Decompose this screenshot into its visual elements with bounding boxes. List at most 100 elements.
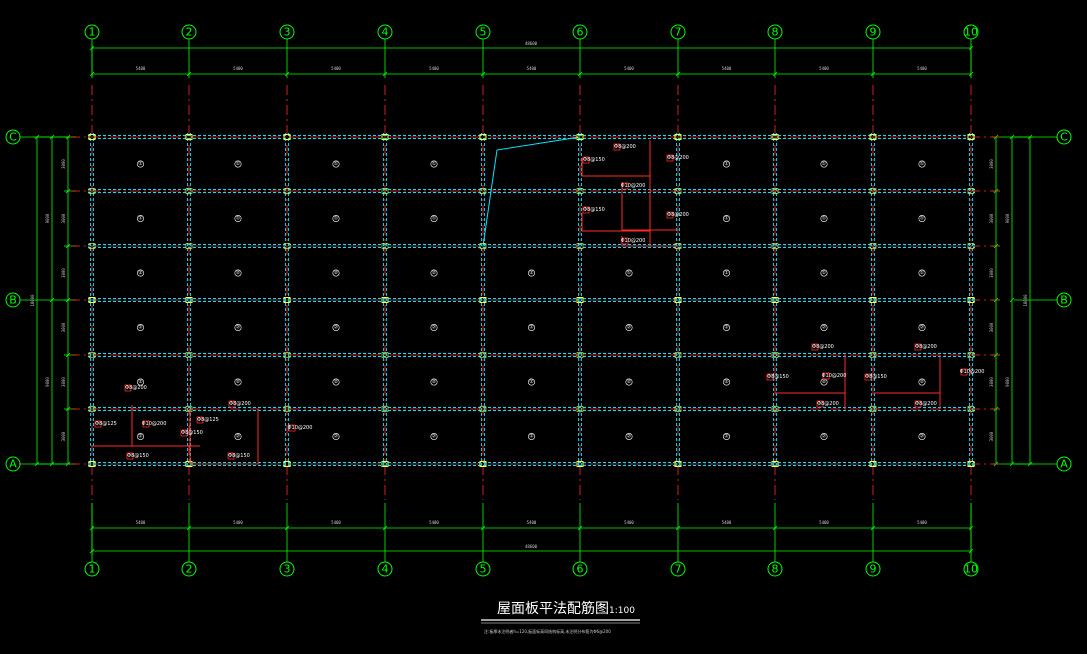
dimension-bay-bottom: 5400: [722, 520, 732, 525]
dimension-subtotal-right: 9000: [1005, 377, 1010, 387]
axis-label-bottom-6: 6: [577, 563, 584, 576]
slab-mark-text: ①: [822, 270, 827, 276]
dimension-bay-top: 5400: [624, 66, 634, 71]
slab-mark-text: ①: [724, 216, 729, 222]
rebar-label: Φ8@200: [667, 155, 689, 161]
slab-mark-text: ②: [138, 270, 143, 276]
dimension-total-right: 18000: [1023, 294, 1028, 307]
axis-label-top-7: 7: [675, 26, 682, 39]
axis-label-bottom-9: 9: [870, 563, 877, 576]
rebar-label: Φ8@200: [229, 401, 251, 407]
slab-mark-text: ①: [627, 270, 632, 276]
rebar-label: Φ8@200: [125, 385, 147, 391]
dimension-subtotal-left: 9000: [45, 377, 50, 387]
dimension-bay-left: 3000: [61, 377, 66, 387]
slab-mark-text: ②: [627, 325, 632, 331]
slab-mark-text: ②: [432, 270, 437, 276]
axis-label-bottom-10: 10: [964, 563, 978, 576]
dimension-total-bottom: 48600: [525, 544, 538, 549]
axis-label-right-A: A: [1060, 458, 1068, 471]
rebar-label: Φ8@200: [915, 401, 937, 407]
dimension-bay-left: 3000: [61, 159, 66, 169]
dimension-bay-top: 5400: [331, 66, 341, 71]
slab-mark-text: ①: [724, 161, 729, 167]
slab-mark-text: ①: [138, 216, 143, 222]
drawing-title: 屋面板平法配筋图: [497, 600, 609, 617]
slab-mark-text: ②: [529, 379, 534, 385]
axis-label-left-C: C: [9, 131, 17, 144]
axis-label-bottom-2: 2: [186, 563, 193, 576]
rebar-label: Φ8@150: [228, 453, 250, 459]
rebar-label: Φ8@150: [767, 374, 789, 380]
axis-label-top-6: 6: [577, 26, 584, 39]
dimension-bay-bottom: 5400: [527, 520, 537, 525]
slab-mark-text: ②: [138, 434, 143, 440]
axis-label-bottom-1: 1: [89, 563, 96, 576]
dimension-bay-top: 5400: [136, 66, 146, 71]
rebar-label: Φ8@125: [197, 417, 219, 423]
axis-label-top-5: 5: [480, 26, 487, 39]
axis-label-left-B: B: [9, 294, 17, 307]
dimension-bay-left: 3000: [61, 431, 66, 441]
slab-mark-text: ②: [529, 434, 534, 440]
dimension-total-left: 18000: [30, 294, 35, 307]
axis-label-top-10: 10: [964, 26, 978, 39]
dimension-bay-bottom: 5400: [331, 520, 341, 525]
rebar-label: Φ10@200: [621, 183, 646, 189]
slab-mark-text: ②: [334, 270, 339, 276]
rebar-label: Φ8@200: [915, 344, 937, 350]
rebar-label: Φ10@200: [621, 238, 646, 244]
dimension-subtotal-left: 9000: [45, 213, 50, 223]
axis-label-bottom-5: 5: [480, 563, 487, 576]
rebar-label: Φ8@150: [583, 207, 605, 213]
slab-mark-text: ①: [236, 161, 241, 167]
slab-mark-text: ①: [724, 270, 729, 276]
slab-mark-text: ②: [236, 379, 241, 385]
axis-label-left-A: A: [9, 458, 17, 471]
slab-mark-text: ②: [236, 434, 241, 440]
axis-label-bottom-8: 8: [772, 563, 779, 576]
axis-label-bottom-3: 3: [284, 563, 291, 576]
dimension-bay-bottom: 5400: [233, 520, 243, 525]
slab-mark-text: ①: [236, 216, 241, 222]
slab-mark-text: ①: [334, 216, 339, 222]
dimension-bay-top: 5400: [819, 66, 829, 71]
slab-mark-text: ②: [432, 434, 437, 440]
dimension-bay-bottom: 5400: [819, 520, 829, 525]
rebar-label: Φ8@150: [127, 453, 149, 459]
axis-label-right-B: B: [1060, 294, 1068, 307]
drawing-scale: 1:100: [609, 606, 635, 616]
dimension-bay-top: 5400: [233, 66, 243, 71]
slab-mark-text: ②: [920, 434, 925, 440]
slab-mark-text: ②: [920, 379, 925, 385]
axis-label-top-3: 3: [284, 26, 291, 39]
slab-mark-text: ②: [529, 325, 534, 331]
rebar-label: Φ8@125: [95, 421, 117, 427]
dimension-bay-top: 5400: [722, 66, 732, 71]
dimension-bay-left: 3000: [61, 213, 66, 223]
slab-mark-text: ②: [724, 379, 729, 385]
dimension-bay-right: 3000: [989, 268, 994, 278]
rebar-label: Φ8@200: [614, 144, 636, 150]
dimension-bay-right: 3000: [989, 431, 994, 441]
dimension-bay-left: 3000: [61, 322, 66, 332]
slab-mark-text: ②: [432, 325, 437, 331]
dimension-bay-bottom: 5400: [136, 520, 146, 525]
rebar-label: Φ8@150: [865, 374, 887, 380]
slab-mark-text: ②: [334, 325, 339, 331]
dimension-bay-top: 5400: [917, 66, 927, 71]
axis-label-top-2: 2: [186, 26, 193, 39]
slab-mark-text: ①: [920, 216, 925, 222]
axis-label-top-1: 1: [89, 26, 96, 39]
axis-label-right-C: C: [1060, 131, 1068, 144]
rebar-label: Φ10@200: [960, 369, 985, 375]
rebar-label: Φ10@200: [822, 373, 847, 379]
slab-mark-text: ②: [627, 434, 632, 440]
slab-mark-text: ①: [822, 216, 827, 222]
axis-label-top-9: 9: [870, 26, 877, 39]
cad-drawing-canvas: 1 1 2 2 3 3 4 4 5 5 6 6 7 7 8 8 9 9 10 10 C C B B A A 48600 48600 5…: [0, 0, 1087, 654]
slab-mark-text: ②: [334, 379, 339, 385]
slab-mark-text: ②: [724, 325, 729, 331]
axis-label-bottom-4: 4: [382, 563, 389, 576]
rebar-label: Φ8@150: [181, 430, 203, 436]
